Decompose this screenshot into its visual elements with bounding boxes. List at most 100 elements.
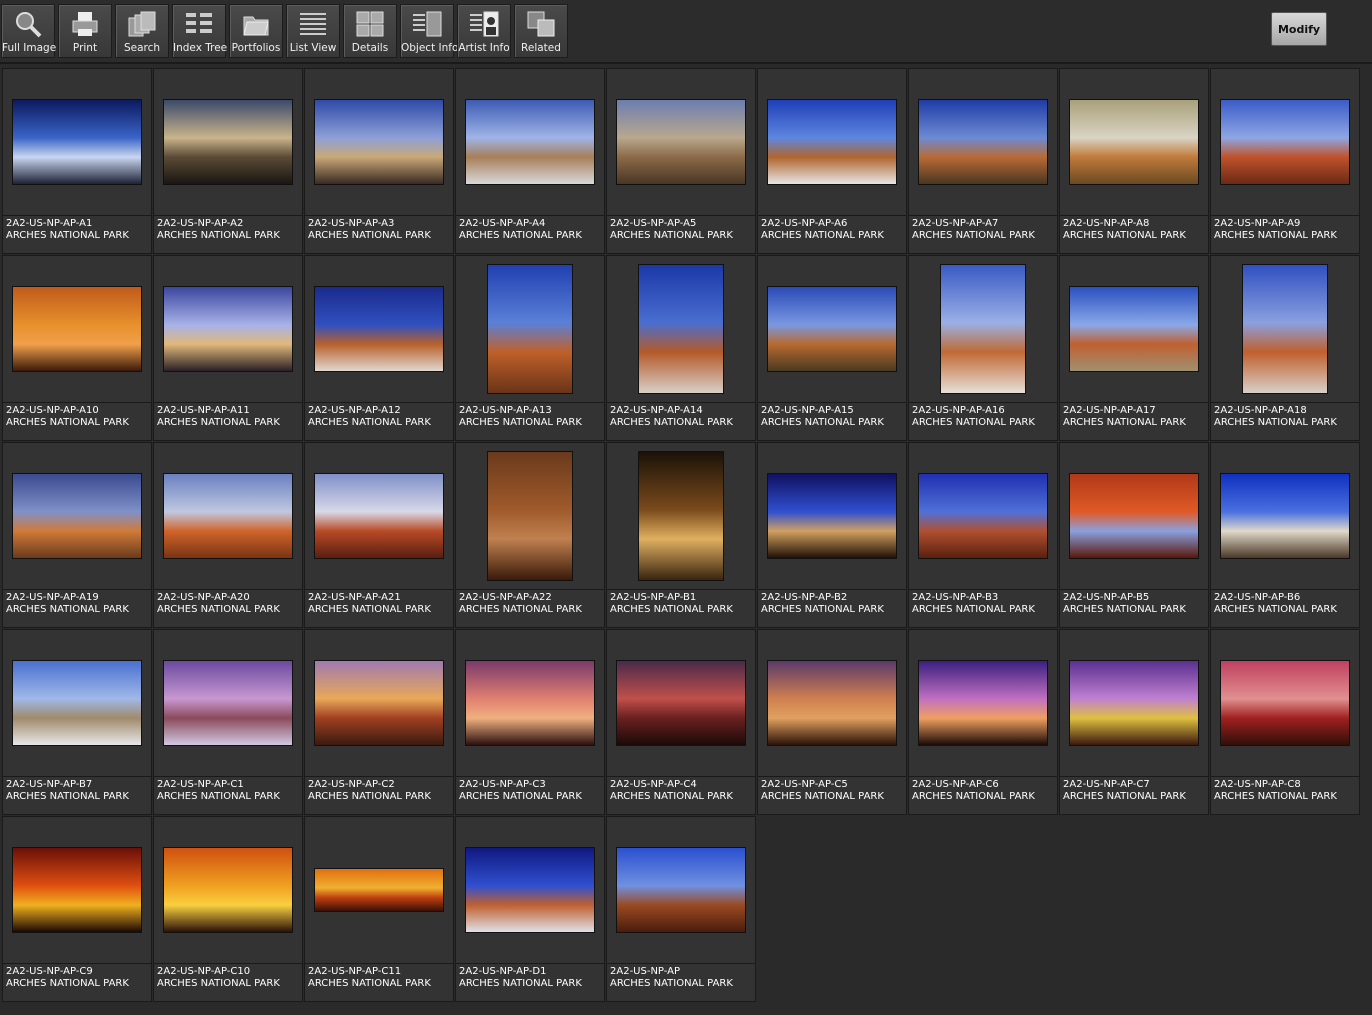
thumbnail-image[interactable]	[465, 847, 595, 933]
thumbnail-image[interactable]	[1220, 99, 1350, 185]
toolbar-portfolios-button[interactable]: Portfolios	[229, 4, 283, 58]
thumbnail-cell[interactable]: 2A2-US-NP-AP-C4 ARCHES NATIONAL PARK	[606, 629, 756, 815]
thumbnail-image[interactable]	[767, 99, 897, 185]
thumbnail-cell[interactable]: 2A2-US-NP-AP-A2 ARCHES NATIONAL PARK	[153, 68, 303, 254]
thumbnail-image[interactable]	[12, 99, 142, 185]
thumbnail-cell[interactable]: 2A2-US-NP-AP-A1 ARCHES NATIONAL PARK	[2, 68, 152, 254]
thumbnail-cell[interactable]: 2A2-US-NP-AP-C3 ARCHES NATIONAL PARK	[455, 629, 605, 815]
thumbnail-cell[interactable]: 2A2-US-NP-AP-A5 ARCHES NATIONAL PARK	[606, 68, 756, 254]
thumbnail-cell[interactable]: 2A2-US-NP-AP-C5 ARCHES NATIONAL PARK	[757, 629, 907, 815]
thumbnail-cell[interactable]: 2A2-US-NP-AP-A7 ARCHES NATIONAL PARK	[908, 68, 1058, 254]
thumbnail-cell[interactable]: 2A2-US-NP-AP ARCHES NATIONAL PARK	[606, 816, 756, 1002]
thumbnail-cell[interactable]: 2A2-US-NP-AP-A15 ARCHES NATIONAL PARK	[757, 255, 907, 441]
toolbar-list-view-button[interactable]: List View	[286, 4, 340, 58]
thumbnail-cell[interactable]: 2A2-US-NP-AP-B5 ARCHES NATIONAL PARK	[1059, 442, 1209, 628]
thumbnail-image[interactable]	[1069, 286, 1199, 372]
thumbnail-image[interactable]	[314, 868, 444, 912]
thumbnail-image[interactable]	[940, 264, 1026, 394]
toolbar-artist-info-button[interactable]: Artist Info	[457, 4, 511, 58]
thumbnail-image[interactable]	[767, 286, 897, 372]
thumbnail-cell[interactable]: 2A2-US-NP-AP-C6 ARCHES NATIONAL PARK	[908, 629, 1058, 815]
thumbnail-image[interactable]	[1069, 660, 1199, 746]
thumbnail-caption: 2A2-US-NP-AP-B6 ARCHES NATIONAL PARK	[1211, 589, 1359, 627]
thumbnail-cell[interactable]: 2A2-US-NP-AP-A8 ARCHES NATIONAL PARK	[1059, 68, 1209, 254]
toolbar-object-info-button[interactable]: Object Info	[400, 4, 458, 58]
thumbnail-cell[interactable]: 2A2-US-NP-AP-D1 ARCHES NATIONAL PARK	[455, 816, 605, 1002]
thumbnail-cell[interactable]: 2A2-US-NP-AP-A21 ARCHES NATIONAL PARK	[304, 442, 454, 628]
thumbnail-cell[interactable]: 2A2-US-NP-AP-A10 ARCHES NATIONAL PARK	[2, 255, 152, 441]
thumbnail-cell[interactable]: 2A2-US-NP-AP-C10 ARCHES NATIONAL PARK	[153, 816, 303, 1002]
thumbnail-cell[interactable]: 2A2-US-NP-AP-A11 ARCHES NATIONAL PARK	[153, 255, 303, 441]
thumbnail-cell[interactable]: 2A2-US-NP-AP-C2 ARCHES NATIONAL PARK	[304, 629, 454, 815]
image-title: ARCHES NATIONAL PARK	[459, 417, 582, 428]
thumbnail-image[interactable]	[163, 473, 293, 559]
thumbnail-cell[interactable]: 2A2-US-NP-AP-A14 ARCHES NATIONAL PARK	[606, 255, 756, 441]
toolbar-details-button[interactable]: Details	[343, 4, 397, 58]
thumbnail-image[interactable]	[918, 473, 1048, 559]
thumbnail-image[interactable]	[616, 99, 746, 185]
thumbnail-image[interactable]	[918, 99, 1048, 185]
thumbnail-image[interactable]	[616, 660, 746, 746]
toolbar-related-button[interactable]: Related	[514, 4, 568, 58]
thumbnail-cell[interactable]: 2A2-US-NP-AP-C11 ARCHES NATIONAL PARK	[304, 816, 454, 1002]
thumbnail-image[interactable]	[314, 99, 444, 185]
thumbnail-cell[interactable]: 2A2-US-NP-AP-B2 ARCHES NATIONAL PARK	[757, 442, 907, 628]
thumbnail-image[interactable]	[638, 451, 724, 581]
thumbnail-cell[interactable]: 2A2-US-NP-AP-A16 ARCHES NATIONAL PARK	[908, 255, 1058, 441]
thumbnail-image[interactable]	[314, 660, 444, 746]
thumbnail-image[interactable]	[638, 264, 724, 394]
thumbnail-cell[interactable]: 2A2-US-NP-AP-A19 ARCHES NATIONAL PARK	[2, 442, 152, 628]
thumbnail-image[interactable]	[767, 473, 897, 559]
thumbnail-cell[interactable]: 2A2-US-NP-AP-A9 ARCHES NATIONAL PARK	[1210, 68, 1360, 254]
thumbnail-image[interactable]	[12, 847, 142, 933]
thumbnail-image[interactable]	[767, 660, 897, 746]
thumbnail-cell[interactable]: 2A2-US-NP-AP-C8 ARCHES NATIONAL PARK	[1210, 629, 1360, 815]
thumbnail-cell[interactable]: 2A2-US-NP-AP-A12 ARCHES NATIONAL PARK	[304, 255, 454, 441]
toolbar-print-button[interactable]: Print	[58, 4, 112, 58]
thumbnail-image[interactable]	[314, 473, 444, 559]
toolbar-search-button[interactable]: Search	[115, 4, 169, 58]
thumbnail-cell[interactable]: 2A2-US-NP-AP-B6 ARCHES NATIONAL PARK	[1210, 442, 1360, 628]
thumbnail-cell[interactable]: 2A2-US-NP-AP-C1 ARCHES NATIONAL PARK	[153, 629, 303, 815]
thumbnail-image[interactable]	[12, 473, 142, 559]
thumbnail-cell[interactable]: 2A2-US-NP-AP-B1 ARCHES NATIONAL PARK	[606, 442, 756, 628]
thumbnail-cell[interactable]: 2A2-US-NP-AP-B3 ARCHES NATIONAL PARK	[908, 442, 1058, 628]
image-id: 2A2-US-NP-AP-A22	[459, 592, 552, 603]
image-id: 2A2-US-NP-AP-A14	[610, 405, 703, 416]
thumbnail-cell[interactable]: 2A2-US-NP-AP-A4 ARCHES NATIONAL PARK	[455, 68, 605, 254]
thumbnail-image[interactable]	[1220, 473, 1350, 559]
thumbnail-image[interactable]	[465, 99, 595, 185]
toolbar-index-tree-button[interactable]: Index Tree	[172, 4, 227, 58]
thumbnail-image[interactable]	[918, 660, 1048, 746]
image-id: 2A2-US-NP-AP-B1	[610, 592, 697, 603]
modify-button[interactable]: Modify	[1271, 12, 1327, 46]
thumbnail-image[interactable]	[487, 451, 573, 581]
image-id: 2A2-US-NP-AP-C9	[6, 966, 93, 977]
thumbnail-image[interactable]	[1220, 660, 1350, 746]
toolbar-full-image-button[interactable]: Full Image	[1, 4, 56, 58]
thumbnail-image[interactable]	[314, 286, 444, 372]
thumbnail-cell[interactable]: 2A2-US-NP-AP-B7 ARCHES NATIONAL PARK	[2, 629, 152, 815]
thumbnail-cell[interactable]: 2A2-US-NP-AP-A18 ARCHES NATIONAL PARK	[1210, 255, 1360, 441]
thumbnail-cell[interactable]: 2A2-US-NP-AP-C9 ARCHES NATIONAL PARK	[2, 816, 152, 1002]
thumbnail-image[interactable]	[616, 847, 746, 933]
thumbnail-image[interactable]	[163, 847, 293, 933]
thumbnail-cell[interactable]: 2A2-US-NP-AP-A20 ARCHES NATIONAL PARK	[153, 442, 303, 628]
thumbnail-cell[interactable]: 2A2-US-NP-AP-A17 ARCHES NATIONAL PARK	[1059, 255, 1209, 441]
thumbnail-cell[interactable]: 2A2-US-NP-AP-A22 ARCHES NATIONAL PARK	[455, 442, 605, 628]
thumbnail-image[interactable]	[1242, 264, 1328, 394]
thumbnail-image[interactable]	[163, 660, 293, 746]
thumbnail-cell[interactable]: 2A2-US-NP-AP-A3 ARCHES NATIONAL PARK	[304, 68, 454, 254]
thumbnail-caption: 2A2-US-NP-AP-A13 ARCHES NATIONAL PARK	[456, 402, 604, 440]
thumbnail-image[interactable]	[1069, 99, 1199, 185]
thumbnail-image[interactable]	[163, 286, 293, 372]
thumbnail-image[interactable]	[163, 99, 293, 185]
thumbnail-cell[interactable]: 2A2-US-NP-AP-A6 ARCHES NATIONAL PARK	[757, 68, 907, 254]
thumbnail-image[interactable]	[12, 286, 142, 372]
thumbnail-image[interactable]	[465, 660, 595, 746]
thumbnail-cell[interactable]: 2A2-US-NP-AP-C7 ARCHES NATIONAL PARK	[1059, 629, 1209, 815]
thumbnail-image[interactable]	[12, 660, 142, 746]
thumbnail-image[interactable]	[487, 264, 573, 394]
thumbnail-image[interactable]	[1069, 473, 1199, 559]
thumbnail-cell[interactable]: 2A2-US-NP-AP-A13 ARCHES NATIONAL PARK	[455, 255, 605, 441]
